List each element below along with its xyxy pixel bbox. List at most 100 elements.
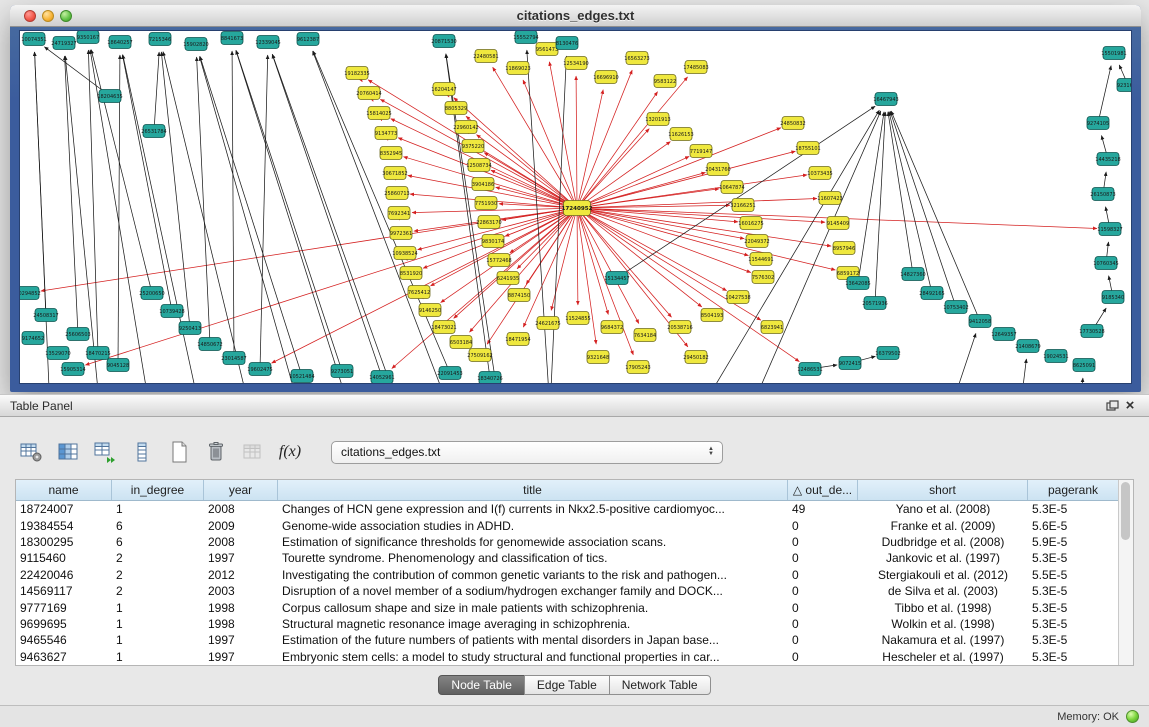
graph-node[interactable]: 9350167 bbox=[77, 31, 99, 44]
graph-node[interactable]: 9072415 bbox=[839, 357, 861, 370]
column-header-title[interactable]: title bbox=[278, 480, 788, 500]
graph-node[interactable]: 8957946 bbox=[833, 242, 855, 255]
graph-node[interactable]: 9231675 bbox=[1117, 79, 1131, 92]
graph-node[interactable]: 8531920 bbox=[400, 267, 422, 280]
graph-node[interactable]: 7692341 bbox=[388, 207, 410, 220]
graph-node[interactable]: 19024531 bbox=[1043, 350, 1068, 363]
graph-node[interactable]: 9274105 bbox=[1087, 117, 1109, 130]
graph-node[interactable]: 11524855 bbox=[565, 312, 590, 325]
graph-node[interactable]: 8130476 bbox=[556, 37, 578, 50]
graph-node[interactable]: 26150873 bbox=[1090, 188, 1115, 201]
column-header-out_degree[interactable]: △ out_de... bbox=[788, 480, 858, 500]
table-row[interactable]: 1872400712008Changes of HCN gene express… bbox=[16, 501, 1118, 517]
import-table-button[interactable] bbox=[239, 438, 267, 466]
graph-node[interactable]: 25606503 bbox=[65, 328, 90, 341]
column-header-name[interactable]: name bbox=[16, 480, 112, 500]
window-titlebar[interactable]: citations_edges.txt bbox=[10, 5, 1141, 27]
table-row[interactable]: 946554611997Estimation of the future num… bbox=[16, 632, 1118, 648]
graph-node[interactable]: 8504193 bbox=[701, 309, 723, 322]
graph-node[interactable]: 24508317 bbox=[33, 309, 58, 322]
graph-node[interactable]: 15134457 bbox=[604, 272, 629, 285]
graph-node[interactable]: 30671852 bbox=[382, 167, 407, 180]
graph-node[interactable]: 9830174 bbox=[482, 235, 504, 248]
graph-node[interactable]: 14052961 bbox=[369, 371, 394, 384]
graph-node[interactable]: 25860713 bbox=[384, 187, 409, 200]
graph-node[interactable]: 9561473 bbox=[536, 43, 558, 56]
graph-node[interactable]: 20760414 bbox=[356, 87, 381, 100]
graph-node[interactable]: 24850832 bbox=[780, 117, 805, 130]
network-canvas[interactable]: 1724095219182335207604141581402591347738… bbox=[20, 31, 1131, 383]
graph-node[interactable]: 18640257 bbox=[107, 36, 132, 49]
graph-node[interactable]: 10074351 bbox=[21, 33, 46, 46]
graph-node[interactable]: 24621675 bbox=[535, 317, 560, 330]
graph-node[interactable]: 12339045 bbox=[255, 36, 280, 49]
graph-node[interactable]: 7625412 bbox=[408, 286, 430, 299]
graph-node[interactable]: 25200650 bbox=[139, 287, 164, 300]
graph-node[interactable]: 9250413 bbox=[179, 322, 201, 335]
graph-node[interactable]: 15772468 bbox=[486, 254, 511, 267]
graph-node[interactable]: 20538716 bbox=[667, 321, 692, 334]
graph-node[interactable]: 12508734 bbox=[466, 159, 491, 172]
graph-node[interactable]: 24719327 bbox=[51, 37, 76, 50]
graph-node[interactable]: 18204635 bbox=[97, 90, 122, 103]
graph-node[interactable]: 23014587 bbox=[221, 352, 246, 365]
column-header-in_degree[interactable]: in_degree bbox=[112, 480, 204, 500]
graph-node[interactable]: 19602475 bbox=[247, 363, 272, 376]
graph-node[interactable]: 6503184 bbox=[450, 336, 472, 349]
graph-node[interactable]: 22863170 bbox=[476, 216, 501, 229]
graph-node[interactable]: 10427538 bbox=[725, 291, 750, 304]
graph-node[interactable]: 9375220 bbox=[462, 140, 484, 153]
graph-node[interactable]: 13642085 bbox=[845, 277, 870, 290]
graph-node[interactable]: 10739428 bbox=[159, 305, 184, 318]
graph-node[interactable]: 8625091 bbox=[1073, 359, 1095, 372]
graph-node[interactable]: 8352945 bbox=[380, 147, 402, 160]
graph-node[interactable]: 7215346 bbox=[149, 33, 171, 46]
table-row[interactable]: 977716911998Corpus callosum shape and si… bbox=[16, 599, 1118, 615]
graph-node[interactable]: 7751930 bbox=[475, 197, 497, 210]
graph-node[interactable]: 3904186 bbox=[472, 178, 494, 191]
graph-node[interactable]: 16379502 bbox=[875, 347, 900, 360]
graph-node[interactable]: 10521484 bbox=[289, 370, 314, 383]
function-builder-button[interactable]: f(x) bbox=[276, 438, 304, 466]
graph-node[interactable]: 9145409 bbox=[827, 217, 849, 230]
graph-node[interactable]: 22091453 bbox=[437, 367, 462, 380]
graph-node[interactable]: 11607423 bbox=[817, 192, 842, 205]
graph-node[interactable]: 22049372 bbox=[744, 235, 769, 248]
graph-node[interactable]: 18471954 bbox=[505, 333, 530, 346]
graph-node[interactable]: 9612387 bbox=[297, 33, 319, 46]
graph-node[interactable]: 12649357 bbox=[991, 328, 1016, 341]
float-panel-icon[interactable] bbox=[1103, 398, 1121, 414]
graph-node[interactable]: 14850672 bbox=[197, 338, 222, 351]
graph-node[interactable]: 15905314 bbox=[60, 363, 85, 376]
graph-node[interactable]: 14827360 bbox=[900, 268, 925, 281]
graph-node[interactable]: 16204147 bbox=[431, 83, 456, 96]
table-row[interactable]: 911546021997Tourette syndrome. Phenomeno… bbox=[16, 550, 1118, 566]
delete-row-button[interactable] bbox=[202, 438, 230, 466]
tab-node-table[interactable]: Node Table bbox=[438, 675, 525, 695]
table-row[interactable]: 946362711997Embryonic stem cells: a mode… bbox=[16, 649, 1118, 665]
graph-node[interactable]: 26531784 bbox=[141, 125, 166, 138]
table-scrollbar[interactable] bbox=[1118, 480, 1133, 665]
graph-node[interactable]: 6241935 bbox=[497, 272, 519, 285]
close-panel-icon[interactable]: × bbox=[1121, 398, 1139, 414]
row-options-button[interactable] bbox=[128, 438, 156, 466]
graph-node[interactable]: 15501981 bbox=[1101, 47, 1126, 60]
graph-node[interactable]: 22960142 bbox=[453, 121, 478, 134]
graph-node[interactable]: 10373435 bbox=[807, 167, 832, 180]
graph-node[interactable]: 18340726 bbox=[477, 372, 502, 384]
graph-node[interactable]: 8805329 bbox=[445, 102, 467, 115]
graph-node[interactable]: 10294852 bbox=[20, 287, 41, 300]
tab-network-table[interactable]: Network Table bbox=[609, 675, 711, 695]
graph-node[interactable]: 8874150 bbox=[508, 289, 530, 302]
graph-node[interactable]: 9321648 bbox=[587, 351, 609, 364]
graph-node[interactable]: 15814025 bbox=[366, 107, 391, 120]
column-header-pagerank[interactable]: pagerank bbox=[1028, 480, 1118, 500]
table-row[interactable]: 969969511998Structural magnetic resonanc… bbox=[16, 616, 1118, 632]
graph-node[interactable]: 15552794 bbox=[513, 31, 538, 44]
create-column-button[interactable] bbox=[91, 438, 119, 466]
new-row-button[interactable] bbox=[165, 438, 193, 466]
graph-node[interactable]: 9972361 bbox=[390, 227, 412, 240]
tab-edge-table[interactable]: Edge Table bbox=[524, 675, 610, 695]
graph-node[interactable]: 13529070 bbox=[45, 347, 70, 360]
graph-node[interactable]: 9185340 bbox=[1102, 291, 1124, 304]
